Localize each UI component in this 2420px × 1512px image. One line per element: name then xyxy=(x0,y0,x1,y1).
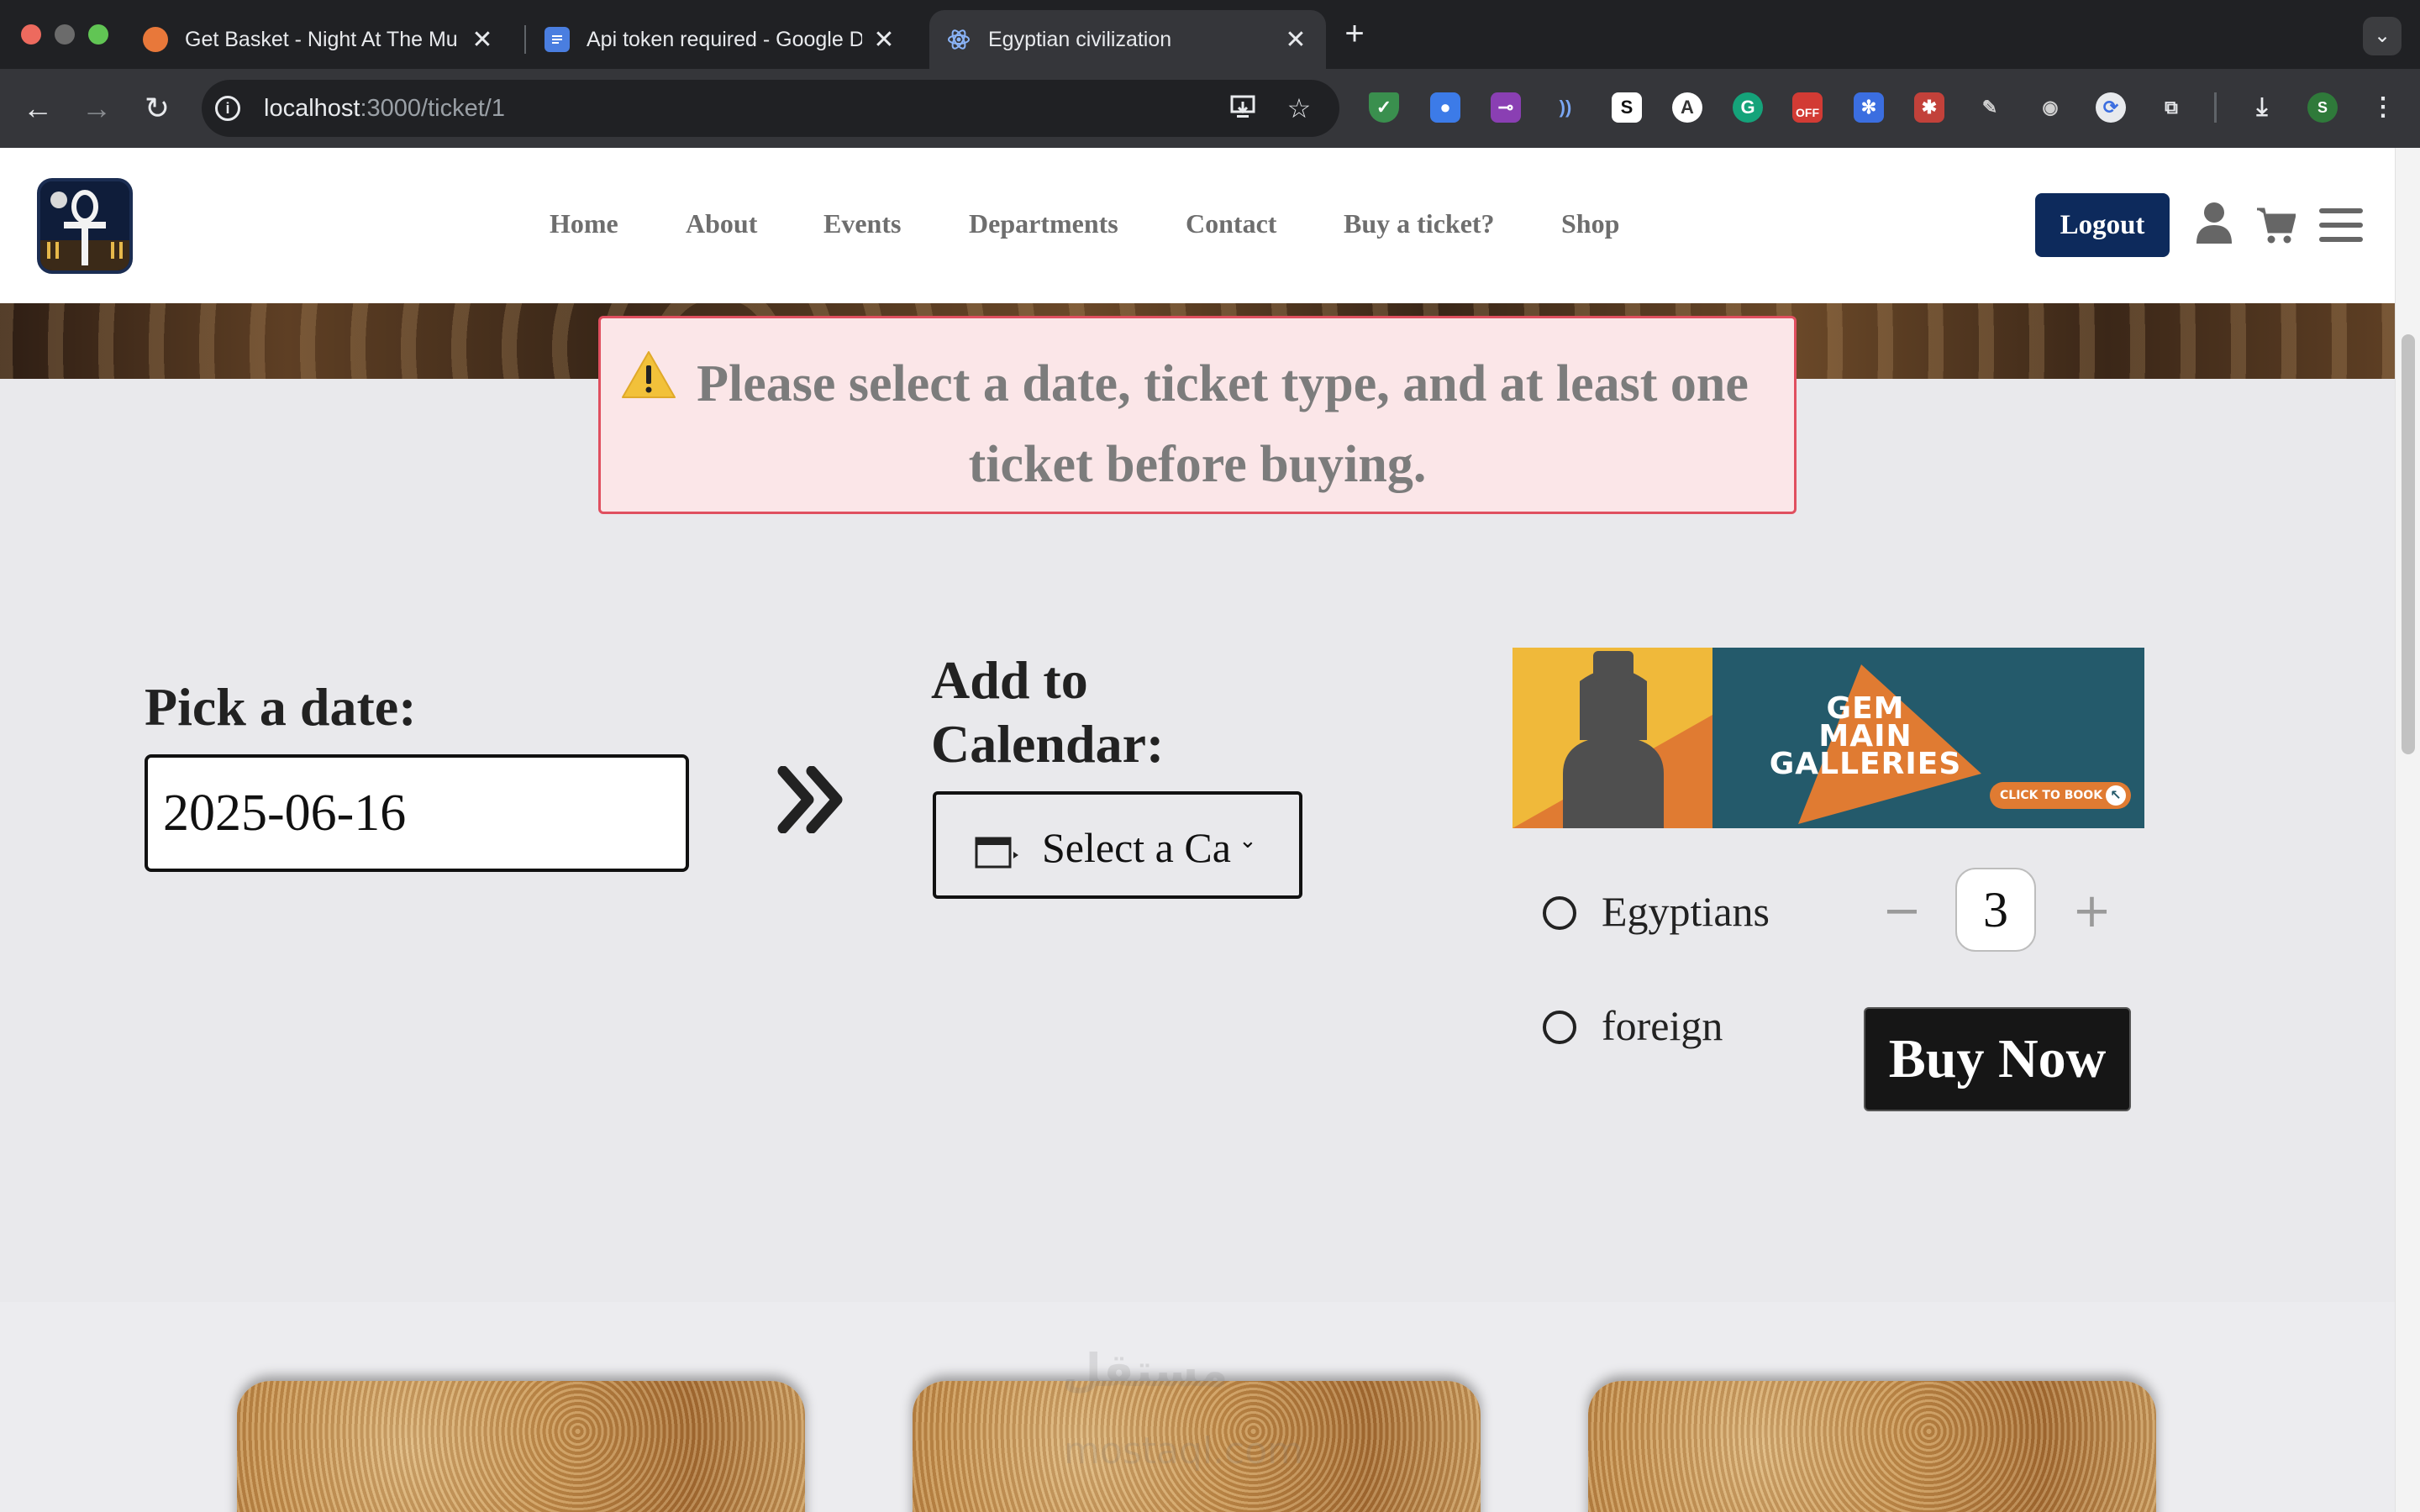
a-extension-icon[interactable]: A xyxy=(1672,92,1702,123)
banner-title: GEM MAIN GALLERIES xyxy=(1756,694,1975,781)
minimize-window-button[interactable] xyxy=(55,24,75,45)
tab-separator xyxy=(524,25,526,54)
profile-avatar[interactable]: S xyxy=(2307,92,2338,123)
camera-extension-icon[interactable]: ◉ xyxy=(2035,92,2065,123)
bookmark-star-icon[interactable]: ☆ xyxy=(1282,92,1316,125)
toolbar-separator xyxy=(2214,92,2217,123)
slider-extension-icon[interactable]: ⊸ xyxy=(1491,92,1521,123)
watermark-latin: mostaql.com xyxy=(1064,1430,1304,1473)
url-host: localhost xyxy=(264,95,360,122)
nav-buy-ticket[interactable]: Buy a ticket? xyxy=(1344,208,1495,239)
nav-events[interactable]: Events xyxy=(823,208,901,239)
browser-tab-strip: Get Basket - Night At The Mu ✕ Api token… xyxy=(0,0,2420,69)
url-path: :3000/ticket/1 xyxy=(360,95,505,122)
papyrus-card[interactable] xyxy=(1588,1381,2156,1512)
calendar-label-line-2: Calendar: xyxy=(931,714,1165,774)
warning-icon xyxy=(621,350,676,403)
date-input[interactable]: 2025-06-16 xyxy=(145,754,689,872)
basket-favicon-icon xyxy=(143,27,168,52)
banner-cta-label: CLICK TO BOOK xyxy=(2000,789,2103,802)
cart-icon[interactable] xyxy=(2257,207,2296,248)
calendar-select-value: Select a Ca xyxy=(1042,824,1231,871)
nav-departments[interactable]: Departments xyxy=(969,208,1118,239)
arrow-up-left-icon: ↖ xyxy=(2106,785,2126,806)
download-icon[interactable]: ⤓ xyxy=(2247,92,2277,123)
hamburger-menu-icon[interactable] xyxy=(2319,208,2363,246)
url-text[interactable]: localhost:3000/ticket/1 xyxy=(264,95,505,123)
logout-button[interactable]: Logout xyxy=(2035,193,2170,257)
bug-extension-icon[interactable]: ✱ xyxy=(1914,92,1944,123)
browser-tab-active[interactable]: Egyptian civilization ✕ xyxy=(929,10,1326,69)
quantity-value[interactable]: 3 xyxy=(1955,868,2036,952)
increment-button[interactable]: + xyxy=(2072,884,2112,938)
watermark-arabic: مستقل xyxy=(1062,1344,1228,1397)
alert-line-2: ticket before buying. xyxy=(968,436,1427,493)
banner-title-line-3: GALLERIES xyxy=(1769,747,1962,781)
back-arrow-icon[interactable]: ← xyxy=(17,87,59,129)
snowflake-extension-icon[interactable]: ✻ xyxy=(1854,92,1884,123)
grammarly-extension-icon[interactable]: G xyxy=(1733,92,1763,123)
decrement-button[interactable]: − xyxy=(1882,884,1922,938)
browser-tab[interactable]: Api token required - Google D ✕ xyxy=(528,10,914,69)
radio-foreign[interactable] xyxy=(1543,1011,1576,1044)
tab-title: Get Basket - Night At The Mu xyxy=(185,27,458,51)
buy-now-button[interactable]: Buy Now xyxy=(1864,1007,2131,1111)
ticket-type-egyptians-label: Egyptians xyxy=(1602,888,1770,935)
off-extension-icon[interactable]: OFF xyxy=(1792,92,1823,123)
radio-egyptians[interactable] xyxy=(1543,896,1576,930)
s-extension-icon[interactable]: S xyxy=(1612,92,1642,123)
user-icon[interactable] xyxy=(2196,202,2232,248)
profile-initial: S xyxy=(2317,99,2328,116)
site-logo[interactable] xyxy=(37,178,133,274)
sync-extension-icon[interactable]: ⟳ xyxy=(2096,92,2126,123)
calendar-label-line-1: Add to xyxy=(931,650,1088,710)
drop-extension-icon[interactable]: ● xyxy=(1430,92,1460,123)
address-bar[interactable]: i localhost:3000/ticket/1 ☆ xyxy=(202,80,1339,137)
wave-extension-icon[interactable]: )) xyxy=(1550,92,1581,123)
error-alert: Please select a date, ticket type, and a… xyxy=(598,316,1797,514)
close-tab-icon[interactable]: ✕ xyxy=(1282,25,1309,55)
reload-icon[interactable]: ↻ xyxy=(136,87,178,129)
install-app-icon[interactable] xyxy=(1227,92,1260,125)
ticket-type-foreign-label: foreign xyxy=(1602,1002,1723,1049)
chevron-down-icon: ⌄ xyxy=(1239,828,1257,853)
calendar-icon xyxy=(975,832,1020,880)
close-window-button[interactable] xyxy=(21,24,41,45)
ankh-logo-icon xyxy=(40,181,129,270)
gem-galleries-banner[interactable]: GEM MAIN GALLERIES CLICK TO BOOK ↖ xyxy=(1512,648,2144,828)
shield-extension-icon[interactable]: ✓ xyxy=(1369,92,1399,123)
browser-tab[interactable]: Get Basket - Night At The Mu ✕ xyxy=(126,10,513,69)
puzzle-extensions-icon[interactable]: ⧉ xyxy=(2156,92,2186,123)
forward-arrow-icon[interactable]: → xyxy=(76,87,118,129)
nav-contact[interactable]: Contact xyxy=(1186,208,1276,239)
docs-favicon-icon xyxy=(544,27,570,52)
browser-menu-icon[interactable]: ⋮ xyxy=(2368,92,2398,123)
date-label: Pick a date: xyxy=(145,677,417,737)
maximize-window-button[interactable] xyxy=(88,24,108,45)
alert-line-1: Please select a date, ticket type, and a… xyxy=(697,355,1749,412)
nav-home[interactable]: Home xyxy=(550,208,618,239)
tab-title: Egyptian civilization xyxy=(988,27,1172,51)
react-favicon-icon xyxy=(946,27,971,52)
nav-shop[interactable]: Shop xyxy=(1561,208,1619,239)
site-info-icon[interactable]: i xyxy=(215,96,240,121)
banner-cta[interactable]: CLICK TO BOOK ↖ xyxy=(1990,782,2131,809)
close-tab-icon[interactable]: ✕ xyxy=(469,25,496,55)
site-header: Home About Events Departments Contact Bu… xyxy=(0,148,2395,303)
nav-about[interactable]: About xyxy=(686,208,757,239)
new-tab-button[interactable]: + xyxy=(1338,13,1371,54)
close-tab-icon[interactable]: ✕ xyxy=(871,25,897,55)
tab-title: Api token required - Google D xyxy=(587,27,862,51)
tab-search-chevron-icon[interactable]: ⌄ xyxy=(2363,17,2402,55)
scrollbar-thumb[interactable] xyxy=(2402,334,2415,754)
calendar-select[interactable]: Select a Ca ⌄ xyxy=(933,791,1302,899)
pen-extension-icon[interactable]: ✎ xyxy=(1975,92,2005,123)
double-chevron-right-icon xyxy=(776,765,847,837)
off-badge-text: OFF xyxy=(1796,106,1819,119)
page-scrollbar[interactable] xyxy=(2395,148,2420,1512)
papyrus-card[interactable] xyxy=(237,1381,805,1512)
